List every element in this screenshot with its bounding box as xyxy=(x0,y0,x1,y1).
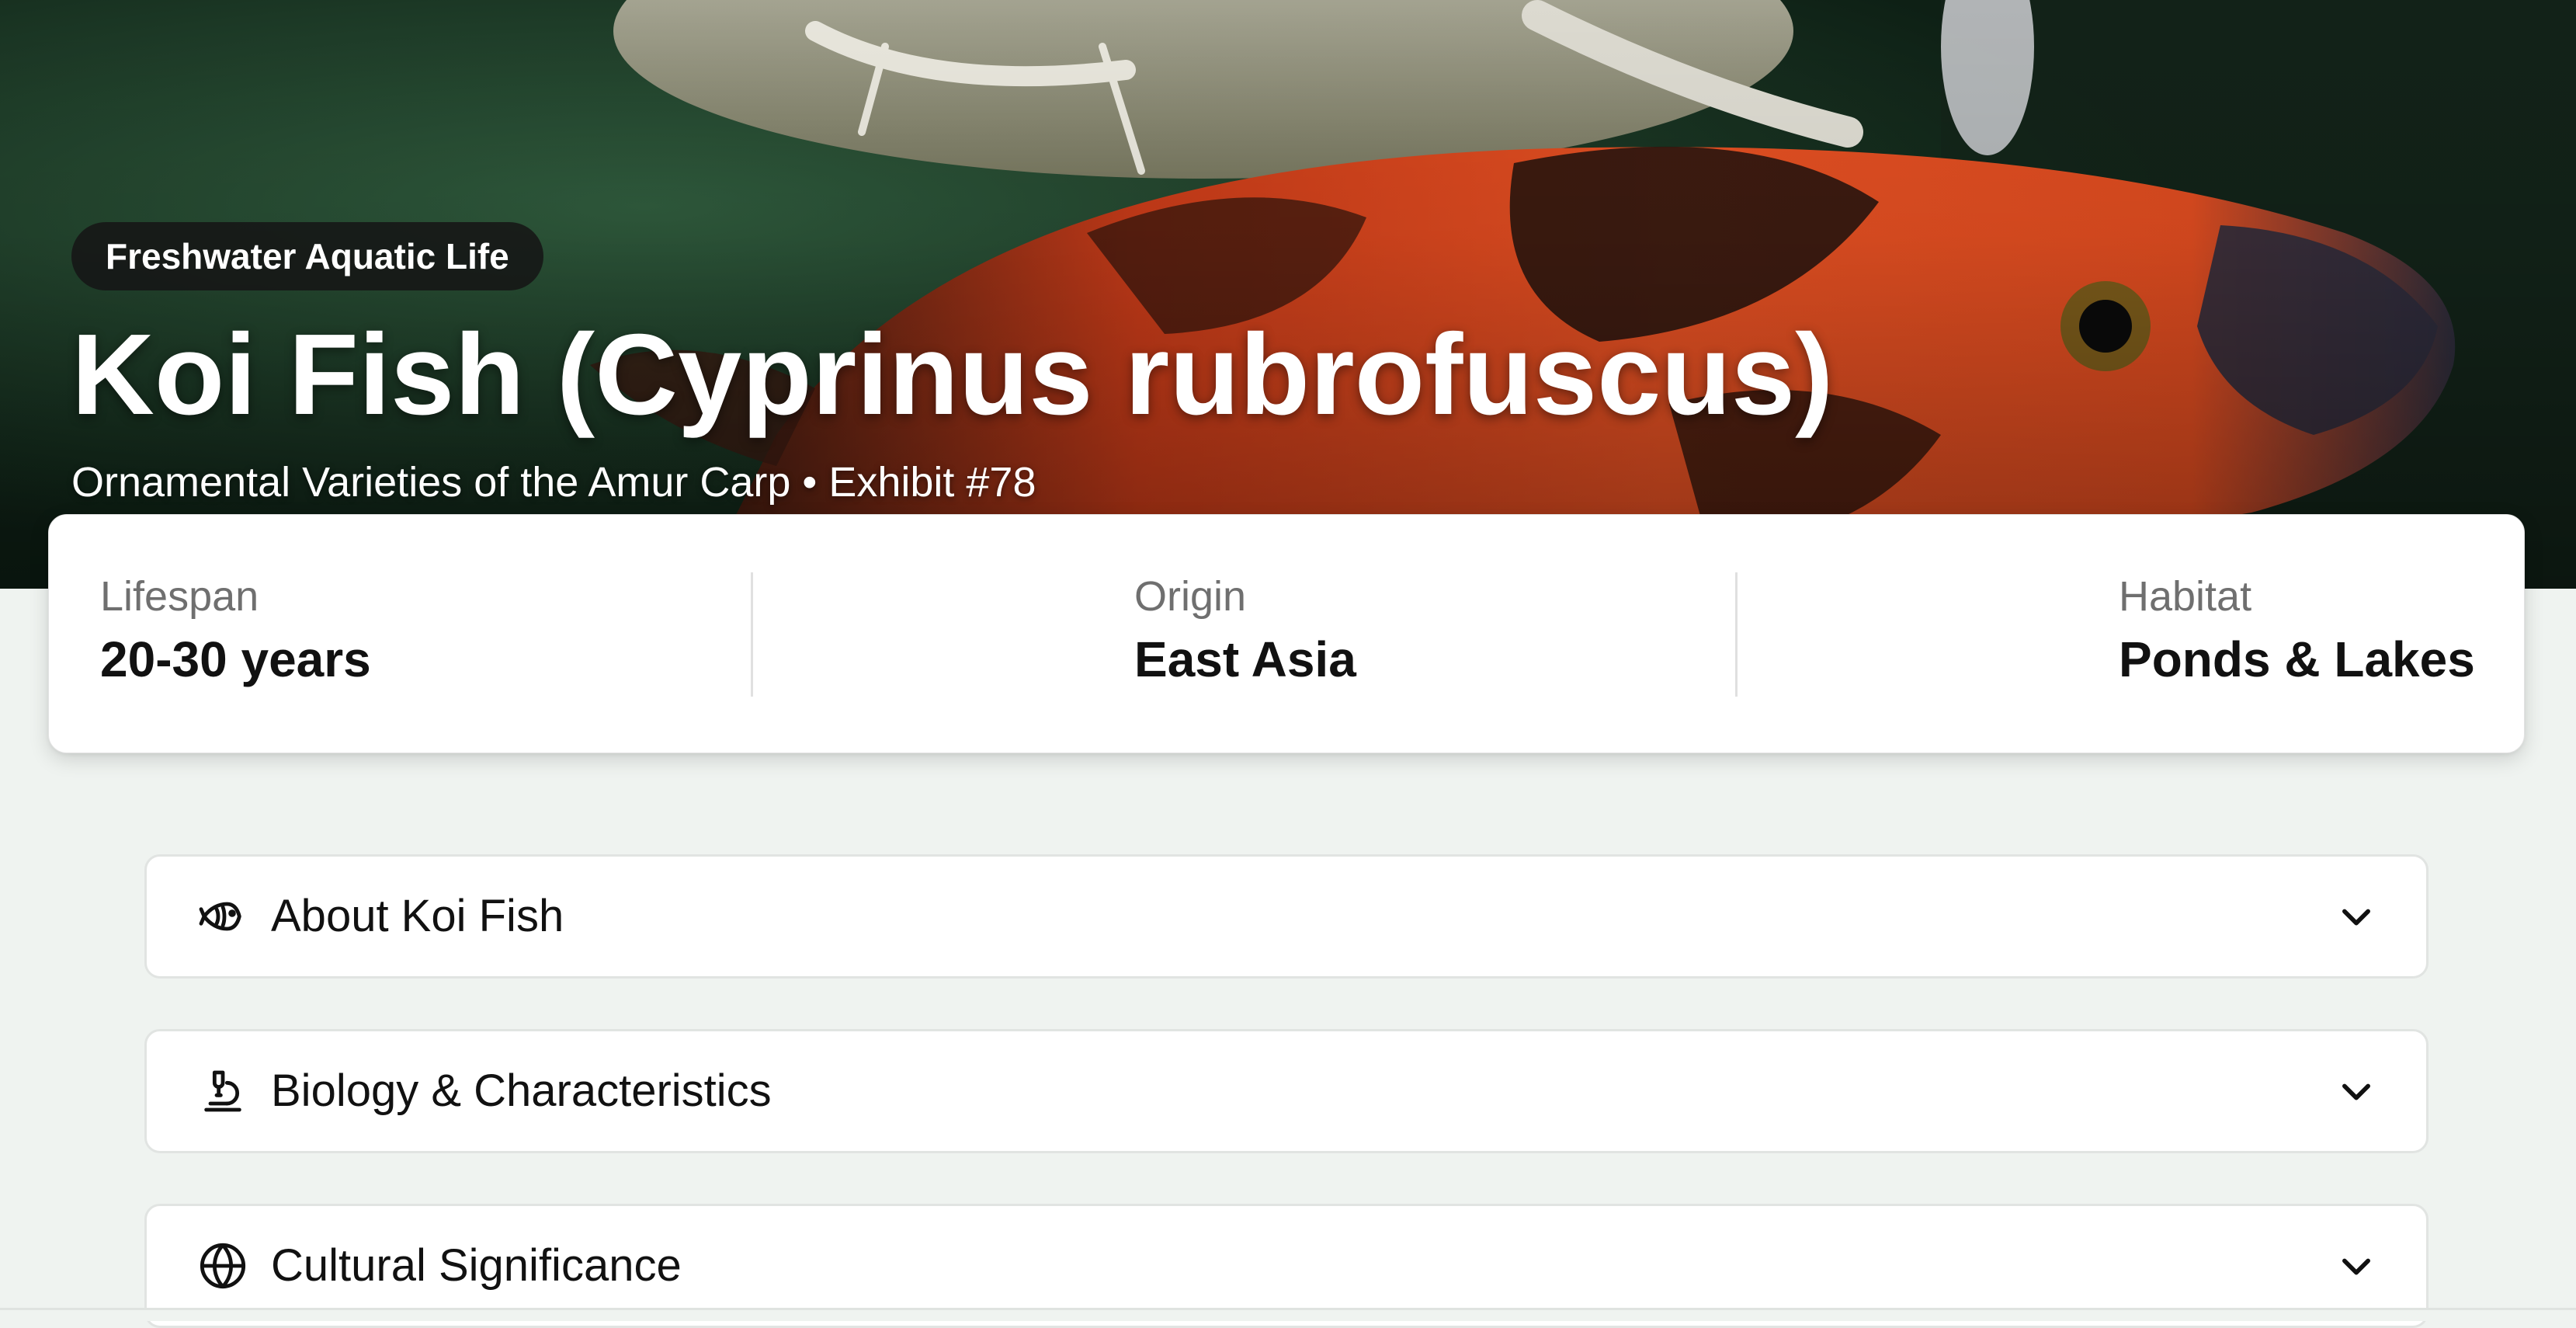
stat-label: Habitat xyxy=(2119,573,2252,620)
chevron-down-icon[interactable] xyxy=(2336,1071,2376,1111)
stat-origin: Origin East Asia xyxy=(1134,569,1356,692)
chevron-down-icon[interactable] xyxy=(2336,896,2376,937)
stat-value: 20-30 years xyxy=(100,631,371,687)
page-subtitle: Ornamental Varieties of the Amur Carp • … xyxy=(71,459,1036,506)
microscope-icon xyxy=(204,1070,241,1112)
stat-lifespan: Lifespan 20-30 years xyxy=(100,569,371,692)
chevron-down-icon[interactable] xyxy=(2336,1246,2376,1286)
stat-value: Ponds & Lakes xyxy=(2119,631,2475,687)
fish-icon xyxy=(199,902,241,931)
category-badge: Freshwater Aquatic Life xyxy=(71,222,543,290)
accordion-title: Cultural Significance xyxy=(271,1240,682,1291)
accordion-title: Biology & Characteristics xyxy=(271,1066,772,1116)
stat-divider xyxy=(751,572,753,697)
page-bottom-edge xyxy=(0,1308,2576,1321)
stat-habitat: Habitat Ponds & Lakes xyxy=(2119,569,2475,692)
quick-facts-card: Lifespan 20-30 years Origin East Asia Ha… xyxy=(48,514,2525,753)
accordion-title: About Koi Fish xyxy=(271,891,564,941)
stat-label: Origin xyxy=(1134,573,1247,620)
accordion-about[interactable]: About Koi Fish xyxy=(144,854,2428,979)
accordion-biology[interactable]: Biology & Characteristics xyxy=(144,1029,2428,1153)
globe-icon xyxy=(200,1243,246,1289)
stat-value: East Asia xyxy=(1134,631,1356,687)
stat-divider xyxy=(1735,572,1738,697)
hero-banner: Freshwater Aquatic Life Koi Fish (Cyprin… xyxy=(0,0,2576,589)
page-title: Koi Fish (Cyprinus rubrofuscus) xyxy=(71,311,1834,439)
stat-label: Lifespan xyxy=(100,573,259,620)
